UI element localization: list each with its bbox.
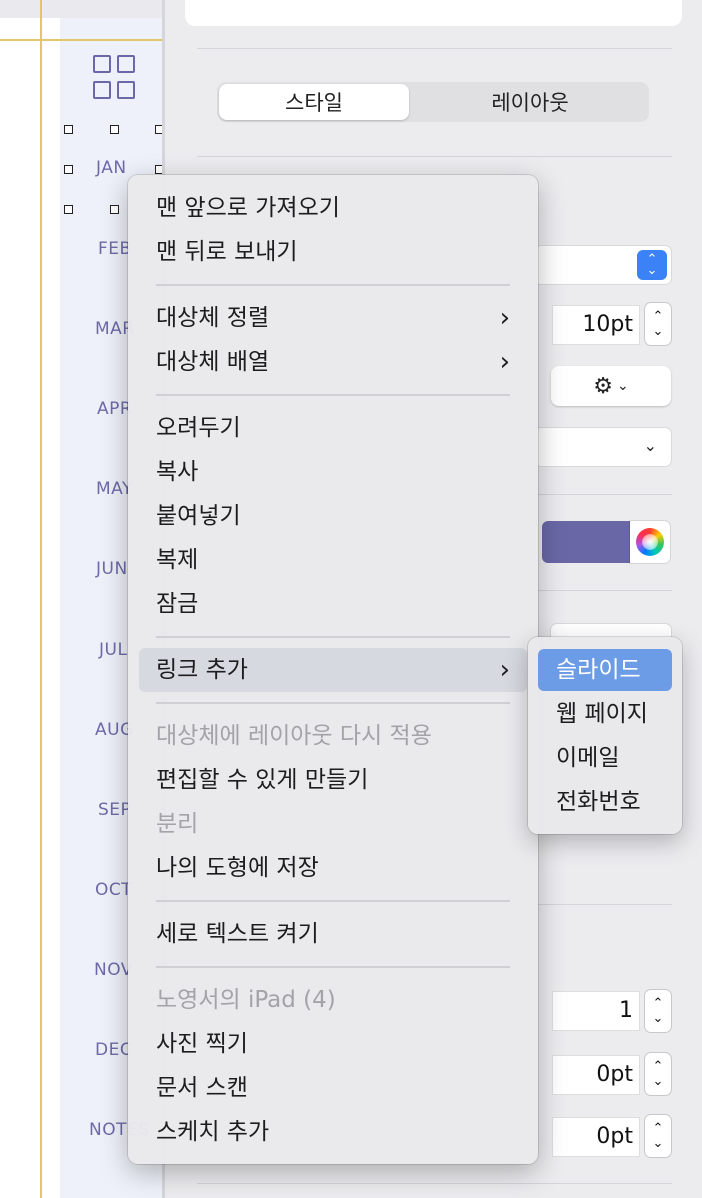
- dropdown-field[interactable]: ⌄: [535, 428, 671, 466]
- tab-style[interactable]: 스타일: [219, 84, 409, 120]
- selection-handle[interactable]: [110, 205, 119, 214]
- link-submenu: 슬라이드 웹 페이지 이메일 전화번호: [528, 637, 682, 834]
- context-menu: 맨 앞으로 가져오기 맨 뒤로 보내기 대상체 정렬 › 대상체 배열 › 오려…: [128, 175, 538, 1164]
- size-stepper[interactable]: ⌃ ⌄: [645, 303, 671, 345]
- menu-item-copy[interactable]: 복사: [156, 455, 198, 489]
- size-field[interactable]: 10pt: [553, 306, 639, 344]
- month-label: DEC: [95, 1040, 133, 1060]
- month-label: JUL: [99, 640, 128, 660]
- up-down-arrows-icon: ⌃ ⌄: [637, 250, 667, 280]
- month-label: OCT: [95, 880, 133, 900]
- font-popup-select[interactable]: ⌃ ⌄: [535, 246, 671, 284]
- inspector-tab-bar: 스타일 레이아웃: [217, 82, 649, 122]
- menu-item-duplicate[interactable]: 복제: [156, 543, 198, 577]
- menu-item-vertical-text[interactable]: 세로 텍스트 켜기: [156, 917, 319, 951]
- chevron-down-icon: ⌄: [643, 436, 657, 455]
- menu-separator: [156, 284, 510, 286]
- spacing-field[interactable]: 0pt: [553, 1118, 639, 1156]
- fill-color-well[interactable]: [542, 521, 630, 563]
- color-wheel-icon: [636, 528, 664, 556]
- canvas-top-strip: [0, 0, 165, 18]
- submenu-item-slide[interactable]: 슬라이드: [556, 653, 641, 687]
- spacing-stepper[interactable]: ⌃ ⌄: [645, 1053, 671, 1095]
- month-label: JUN: [96, 559, 128, 579]
- month-label: APR: [97, 399, 133, 419]
- menu-item-cut[interactable]: 오려두기: [156, 411, 241, 445]
- menu-separator: [156, 966, 510, 968]
- month-label: SEP: [98, 800, 132, 820]
- menu-separator: [156, 702, 510, 704]
- chevron-right-icon: ›: [499, 655, 510, 685]
- menu-separator: [156, 900, 510, 902]
- submenu-item-web-page[interactable]: 웹 페이지: [556, 697, 648, 731]
- tab-layout[interactable]: 레이아웃: [413, 84, 647, 120]
- menu-item-add-link[interactable]: 링크 추가: [156, 653, 248, 687]
- chevron-right-icon: ›: [499, 347, 510, 377]
- chevron-down-icon: ⌄: [617, 378, 629, 394]
- inspector-separator: [197, 1183, 672, 1184]
- menu-section-ipad: 노영서의 iPad (4): [156, 987, 336, 1013]
- submenu-item-phone[interactable]: 전화번호: [556, 785, 641, 819]
- inspector-separator: [197, 48, 672, 49]
- menu-item-distribute-objects[interactable]: 대상체 배열: [156, 345, 269, 379]
- menu-item-paste[interactable]: 붙여넣기: [156, 499, 241, 533]
- spacing-stepper[interactable]: ⌃ ⌄: [645, 1115, 671, 1157]
- inspector-separator: [197, 156, 672, 157]
- menu-item-align-objects[interactable]: 대상체 정렬: [156, 301, 269, 335]
- menu-item-lock[interactable]: 잠금: [156, 587, 198, 621]
- menu-item-save-to-my-shapes[interactable]: 나의 도형에 저장: [156, 851, 319, 885]
- menu-item-send-to-back[interactable]: 맨 뒤로 보내기: [156, 235, 298, 269]
- grid-shape-icon[interactable]: [93, 55, 139, 103]
- selection-handle[interactable]: [110, 125, 119, 134]
- menu-item-bring-to-front[interactable]: 맨 앞으로 가져오기: [156, 191, 340, 225]
- count-field[interactable]: 1: [553, 992, 639, 1030]
- selection-handle[interactable]: [64, 205, 73, 214]
- menu-item-add-sketch[interactable]: 스케치 추가: [156, 1115, 269, 1149]
- inspector-top-card: [185, 0, 682, 26]
- menu-separator: [156, 636, 510, 638]
- alignment-guide-horizontal: [0, 39, 165, 41]
- chevron-right-icon: ›: [499, 303, 510, 333]
- month-label: JAN: [96, 158, 127, 178]
- alignment-guide-vertical: [40, 0, 42, 1198]
- submenu-item-email[interactable]: 이메일: [556, 741, 619, 775]
- month-label: FEB: [98, 239, 132, 259]
- menu-item-take-photo[interactable]: 사진 찍기: [156, 1027, 248, 1061]
- menu-item-reapply-layout: 대상체에 레이아웃 다시 적용: [156, 723, 432, 749]
- color-picker-button[interactable]: [630, 521, 670, 563]
- count-stepper[interactable]: ⌃ ⌄: [645, 990, 671, 1032]
- menu-separator: [156, 394, 510, 396]
- selection-handle[interactable]: [64, 125, 73, 134]
- menu-item-ungroup: 분리: [156, 811, 199, 837]
- menu-item-make-editable[interactable]: 편집할 수 있게 만들기: [156, 763, 368, 797]
- selection-handle[interactable]: [64, 165, 73, 174]
- gear-options-button[interactable]: ⚙ ⌄: [551, 366, 671, 406]
- gear-icon: ⚙: [593, 373, 613, 399]
- spacing-field[interactable]: 0pt: [553, 1056, 639, 1094]
- menu-item-scan-document[interactable]: 문서 스캔: [156, 1071, 248, 1105]
